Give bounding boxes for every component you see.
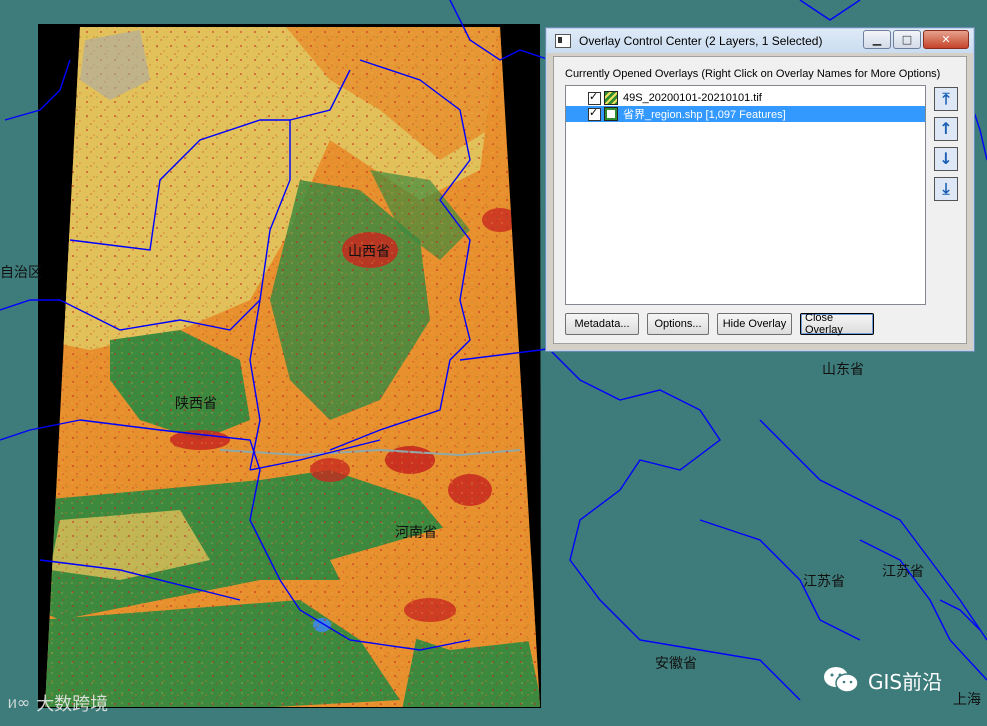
reorder-buttons: ⤒ ↑ ↓ ⤓ [934,87,958,201]
vector-layer-icon [604,107,618,121]
move-to-bottom-icon[interactable]: ⤓ [934,177,958,201]
label-jiangsu-1: 江苏省 [803,574,845,590]
label-shanghai: 上海 [953,692,981,708]
label-henan: 河南省 [395,525,437,541]
label-shaanxi: 陕西省 [175,396,217,412]
maximize-button[interactable]: □ [893,30,921,49]
watermark-logo-icon: ᥢ∞ [8,693,31,712]
overlay-visibility-checkbox[interactable] [588,106,601,121]
overlay-list[interactable]: 49S_20200101-20210101.tif 省界_region.shp … [565,85,926,305]
raster-layer-icon [604,91,618,105]
label-anhui: 安徽省 [655,656,697,672]
dialog-title: Overlay Control Center (2 Layers, 1 Sele… [579,34,823,48]
hide-overlay-button[interactable]: Hide Overlay [717,313,792,335]
watermark-right: GIS前沿 [822,665,942,695]
watermark-left-text: 大数跨境 [36,694,109,715]
move-down-icon[interactable]: ↓ [934,147,958,171]
close-overlay-button[interactable]: Close Overlay [800,312,874,336]
label-shanxi: 山西省 [348,244,390,260]
metadata-button[interactable]: Metadata... [565,313,639,335]
label-shandong: 山东省 [822,362,864,378]
watermark-right-text: GIS前沿 [868,669,943,694]
overlay-item-raster[interactable]: 49S_20200101-20210101.tif [566,90,925,106]
overlay-item-vector[interactable]: 省界_region.shp [1,097 Features] [566,106,925,122]
dialog-titlebar[interactable]: Overlay Control Center (2 Layers, 1 Sele… [547,29,973,53]
overlay-name: 省界_region.shp [1,097 Features] [623,109,786,121]
label-zizhiqu: 自治区 [0,265,42,281]
wechat-icon [822,665,862,695]
close-window-button[interactable]: ✕ [923,30,969,49]
watermark-left: ᥢ∞ 大数跨境 [8,690,108,716]
window-app-icon [555,34,571,48]
overlays-caption: Currently Opened Overlays (Right Click o… [565,68,941,80]
overlay-visibility-checkbox[interactable] [588,90,601,105]
overlay-control-dialog[interactable]: Overlay Control Center (2 Layers, 1 Sele… [545,27,975,352]
move-to-top-icon[interactable]: ⤒ [934,87,958,111]
label-jiangsu-2: 江苏省 [882,564,924,580]
minimize-button[interactable]: ▁ [863,30,891,49]
options-button[interactable]: Options... [647,313,709,335]
dialog-body: Currently Opened Overlays (Right Click o… [553,56,967,344]
overlay-name: 49S_20200101-20210101.tif [623,92,762,104]
move-up-icon[interactable]: ↑ [934,117,958,141]
